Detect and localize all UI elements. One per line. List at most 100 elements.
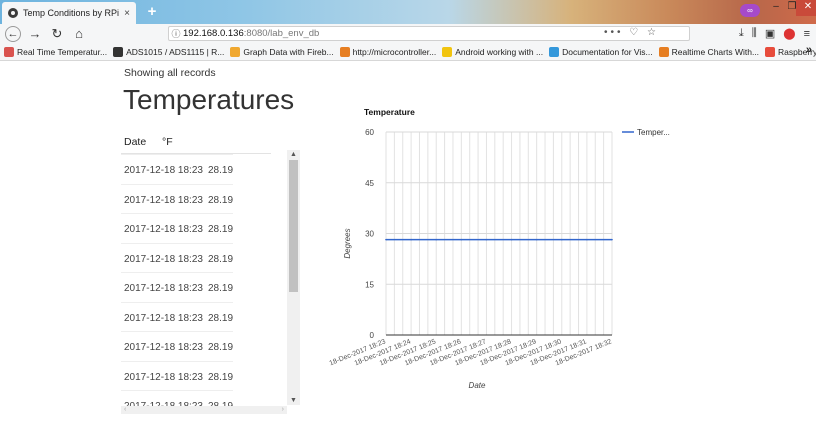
tab-close-icon[interactable]: × — [124, 8, 130, 19]
bookmarks-toolbar: Real Time Temperatur... ADS1015 / ADS1115… — [0, 43, 816, 61]
sidebar-icon[interactable]: ▣ — [765, 27, 775, 40]
bookmarks-overflow-button[interactable]: » — [806, 44, 812, 56]
bookmark-item[interactable]: ADS1015 / ADS1115 | R... — [113, 46, 225, 57]
y-tick-label: 0 — [370, 331, 375, 340]
menu-icon[interactable]: ≡ — [804, 28, 810, 40]
cell-temp: 28.19 — [208, 371, 234, 383]
table-row: 2017-12-18 18:23 28.19 — [121, 242, 234, 272]
reload-icon[interactable]: ↻ — [46, 24, 68, 43]
bookmark-item[interactable]: http://microcontroller... — [339, 46, 436, 57]
cell-date: 2017-12-18 18:23 — [124, 253, 203, 265]
table-row: 2017-12-18 18:23 28.19 — [121, 331, 233, 360]
bookmark-favicon-icon — [442, 46, 453, 57]
bookmark-favicon-icon — [549, 46, 560, 57]
forward-arrow-icon[interactable]: → — [24, 24, 46, 43]
scroll-down-arrow-icon[interactable]: ▼ — [287, 396, 300, 405]
site-info-icon[interactable]: ⓘ — [169, 27, 183, 40]
tab-title: Temp Conditions by RPi — [23, 8, 120, 18]
navigation-toolbar: ← → ↻ ⌂ ⓘ 192.168.0.136:8080/lab_env_db … — [0, 24, 816, 43]
cell-date: 2017-12-18 18:23 — [124, 371, 203, 383]
bookmark-label: Documentation for Vis... — [562, 46, 653, 57]
table-header: Date °F — [121, 128, 271, 154]
table-row: 2017-12-18 18:2328.19 — [121, 154, 233, 183]
cell-date: 2017-12-18 18:23 — [124, 194, 203, 206]
bookmark-item[interactable]: Realtime Charts With... — [658, 46, 760, 57]
bookmark-item[interactable]: Real Time Temperatur... — [4, 46, 108, 57]
table-row: 2017-12-18 18:23 28.19 — [121, 272, 233, 301]
data-point — [385, 238, 387, 241]
bookmark-favicon-icon — [658, 46, 669, 57]
bookmark-label: ADS1015 / ADS1115 | R... — [126, 46, 225, 57]
records-label: Showing all records — [124, 67, 216, 79]
bookmark-item[interactable]: Documentation for Vis... — [549, 46, 653, 57]
bookmark-label: Graph Data with Fireb... — [243, 46, 334, 57]
data-point — [460, 238, 463, 241]
table-row: 2017-12-18 18:2328.19 — [121, 213, 233, 242]
cell-date: 2017-12-18 18:23 — [124, 312, 203, 324]
legend-label: Temper... — [637, 128, 670, 137]
cell-temp: 28.19 — [208, 342, 234, 353]
home-icon[interactable]: ⌂ — [68, 24, 90, 43]
cell-temp: 28.19 — [208, 165, 234, 176]
y-tick-label: 45 — [365, 179, 374, 188]
y-axis-label: Degrees — [343, 228, 352, 258]
cell-temp: 28.19 — [208, 253, 234, 265]
table-row: 2017-12-18 18:23 28.19 — [121, 183, 234, 213]
browser-tab[interactable]: Temp Conditions by RPi × — [2, 2, 136, 24]
tab-strip: Temp Conditions by RPi × + ∞ – ❐ ✕ — [0, 0, 816, 24]
toolbar-right: ⤓ ⫼ ▣ ⬤ ≡ — [739, 24, 810, 43]
data-point — [510, 238, 513, 241]
cell-temp: 28.19 — [208, 283, 234, 294]
x-axis-label: Date — [469, 381, 486, 390]
chart-title: Temperature — [364, 107, 415, 117]
data-point — [410, 238, 412, 241]
scroll-left-arrow-icon[interactable]: ‹ — [124, 406, 126, 413]
raspberry-pi-favicon-icon — [8, 8, 18, 18]
y-tick-label: 15 — [365, 280, 374, 289]
bookmark-favicon-icon — [765, 46, 776, 57]
addon-icon[interactable]: ⬤ — [783, 27, 795, 40]
data-point — [586, 238, 588, 241]
cell-temp: 28.19 — [208, 312, 234, 324]
scrollbar-thumb[interactable] — [289, 160, 298, 292]
url-path: :8080/lab_env_db — [243, 28, 320, 39]
download-icon[interactable]: ⤓ — [739, 27, 744, 40]
bookmark-favicon-icon — [230, 46, 241, 57]
data-point — [485, 238, 488, 241]
scroll-right-arrow-icon[interactable]: › — [282, 406, 284, 413]
data-point — [535, 238, 538, 241]
data-point — [435, 238, 438, 241]
bookmark-item[interactable]: Graph Data with Fireb... — [230, 46, 334, 57]
cell-temp: 28.19 — [208, 224, 234, 235]
chart-svg: Temperature015304560 Temper...18-Dec-2017… — [329, 107, 670, 390]
cell-date: 2017-12-18 18:23 — [124, 283, 203, 294]
y-tick-label: 30 — [365, 230, 374, 239]
cell-temp: 28.19 — [208, 194, 234, 206]
temperature-chart: Temperature 0 15 30 45 60 Temper... 18-Dec-2017… — [329, 104, 690, 404]
address-bar[interactable]: ⓘ 192.168.0.136:8080/lab_env_db ••• ♡ ☆ — [168, 26, 690, 41]
bookmark-item[interactable]: Android working with ... — [442, 46, 544, 57]
bookmark-label: Android working with ... — [455, 46, 544, 57]
y-tick-label: 60 — [365, 128, 374, 137]
page-content: Showing all records Temperatures Date °F… — [0, 62, 816, 423]
bookmark-label: Realtime Charts With... — [671, 46, 760, 57]
page-actions[interactable]: ••• ♡ ☆ — [604, 27, 659, 38]
table-row: 2017-12-18 18:2328.19 — [121, 390, 233, 419]
records-table: Date °F 2017-12-18 18:23 28.19 2017-12-18 … — [121, 128, 301, 420]
back-arrow-icon[interactable]: ← — [5, 25, 21, 42]
scroll-up-arrow-icon[interactable]: ▲ — [287, 150, 300, 159]
bookmark-label: Real Time Temperatur... — [17, 46, 108, 57]
table-horizontal-scrollbar[interactable]: ‹ › — [121, 406, 287, 414]
column-header-temp: °F — [162, 136, 173, 148]
close-window-button[interactable]: ✕ — [796, 0, 816, 16]
new-tab-button[interactable]: + — [142, 2, 162, 22]
data-point — [560, 238, 563, 241]
bookmark-favicon-icon — [113, 46, 124, 57]
table-vertical-scrollbar[interactable]: ▲ ▼ — [287, 150, 300, 405]
data-point — [611, 238, 613, 241]
cell-date: 2017-12-18 18:23 — [124, 342, 203, 353]
private-mask-icon: ∞ — [740, 4, 760, 17]
library-icon[interactable]: ⫼ — [752, 27, 757, 40]
page-title: Temperatures — [123, 84, 295, 115]
table-row: 2017-12-18 18:23 28.19 — [121, 360, 234, 390]
